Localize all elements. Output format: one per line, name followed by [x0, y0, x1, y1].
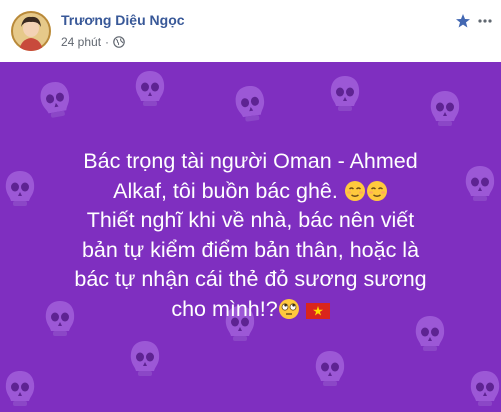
more-icon[interactable]: [477, 14, 493, 28]
rolling-eyes-emoji: [278, 298, 299, 319]
post-text-line: bản tự kiểm điểm bản thân, hoặc là: [81, 237, 420, 262]
post-text-line: bác tự nhận cái thẻ đỏ sương sương: [74, 267, 427, 291]
star-icon[interactable]: [455, 13, 471, 29]
post-text-line-with-emojis: Alkaf, tôi buồn bác ghê.: [20, 177, 481, 207]
post-text-segment: Alkaf, tôi buồn bác ghê.: [113, 178, 338, 203]
post-text-line: Thiết nghĩ khi về nhà, bác nên viết: [86, 208, 415, 232]
post-meta: 24 phút ·: [61, 35, 125, 49]
dot-separator: ·: [105, 35, 110, 49]
relieved-face-emoji: [344, 180, 365, 201]
relieved-face-emoji: [366, 180, 387, 201]
author-name[interactable]: Trương Diệu Ngọc: [61, 12, 185, 28]
post-text-line: Bác trọng tài người Oman - Ahmed: [83, 149, 418, 173]
post-text-segment: cho mình!?: [171, 296, 278, 321]
globe-icon: [113, 36, 125, 48]
author-avatar[interactable]: [11, 11, 51, 51]
post-text-line-with-emojis: cho mình!?: [20, 295, 481, 325]
post-timestamp[interactable]: 24 phút: [61, 35, 101, 49]
post-text: Bác trọng tài người Oman - Ahmed Alkaf, …: [20, 147, 481, 324]
post-header: Trương Diệu Ngọc 24 phút ·: [0, 0, 501, 62]
vietnam-flag-emoji: [305, 302, 330, 319]
